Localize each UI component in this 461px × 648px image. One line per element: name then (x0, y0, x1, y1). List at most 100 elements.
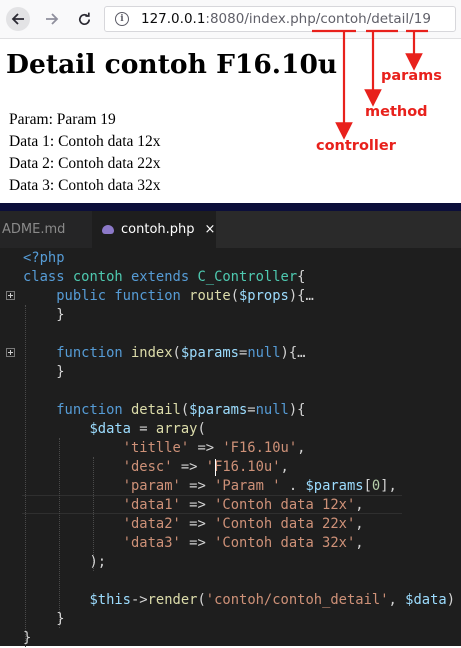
controller-label: controller (316, 138, 396, 154)
code-line: 'titlle' => 'F16.10u', (23, 439, 306, 458)
code-token: => (180, 497, 215, 513)
code-line: ); (23, 553, 106, 572)
code-token: array (155, 421, 198, 437)
code-token: 'titlle' (122, 440, 190, 456)
data2-line: Data 2: Contoh data 22x (9, 155, 161, 172)
editor-tabbar: ADME.md contoh.php × (0, 211, 461, 248)
fold-expand-button[interactable] (6, 291, 15, 300)
site-info-icon[interactable]: i (115, 12, 129, 26)
code-token: ){… (288, 288, 314, 304)
code-token: } (23, 307, 65, 323)
code-token: $params (189, 402, 248, 418)
code-token: $params (305, 478, 364, 494)
code-line: 'data2' => 'Contoh data 22x', (23, 515, 364, 534)
code-token: => (189, 440, 223, 456)
code-token: = (131, 421, 156, 437)
code-token: ( (172, 345, 181, 361)
code-token: 'Param ' (214, 478, 281, 494)
code-token: <?php (23, 250, 65, 266)
code-token: ( (230, 288, 239, 304)
code-token: $props (239, 288, 289, 304)
back-button[interactable] (6, 7, 30, 31)
code-token: ){… (280, 345, 306, 361)
code-line: } (23, 363, 64, 382)
code-token: null (255, 402, 289, 418)
data1-line: Data 1: Contoh data 12x (9, 133, 161, 150)
method-label: method (365, 104, 428, 120)
code-token: index (130, 345, 173, 361)
param-line: Param: Param 19 (9, 111, 116, 128)
code-line: 'data3' => 'Contoh data 32x', (23, 534, 364, 553)
fold-expand-button[interactable] (6, 348, 15, 357)
code-token: { (297, 269, 306, 285)
code-token: ); (23, 554, 107, 570)
code-token: ( (180, 402, 190, 418)
code-token: $data (405, 592, 447, 608)
code-token: => (172, 459, 206, 475)
code-token: , (355, 497, 364, 513)
code-token: function (23, 402, 131, 418)
forward-arrow-icon (46, 13, 59, 25)
code-token: 'Contoh data 32x' (214, 535, 356, 551)
code-token: , (355, 516, 364, 532)
code-line: } (23, 306, 65, 325)
code-token: function (23, 345, 131, 361)
code-token: 'F16.10u' (222, 440, 298, 456)
code-token: $data (89, 421, 131, 437)
code-token: , (280, 459, 289, 475)
code-token: } (23, 630, 32, 646)
code-token: = (247, 402, 256, 418)
code-line: function detail($params=null){ (23, 401, 305, 420)
tab-contoh-label: contoh.php (121, 222, 195, 237)
address-bar[interactable]: i 127.0.0.1:8080/index.php/contoh/detail… (104, 6, 456, 32)
code-token: -> (131, 592, 148, 608)
code-token: extends (131, 269, 198, 285)
code-line: 'desc' => 'F16.10u', (23, 458, 289, 477)
code-line: 'param' => 'Param ' . $params[0], (23, 477, 397, 496)
code-token: => (180, 478, 215, 494)
code-token: => (180, 516, 215, 532)
code-token: . (280, 478, 306, 494)
close-tab-icon[interactable]: × (205, 222, 216, 237)
code-area[interactable]: <?php class contoh extends C_Controller{ … (0, 248, 461, 648)
code-token: , (388, 592, 406, 608)
code-token: $this (89, 592, 131, 608)
code-token: render (147, 592, 198, 608)
reload-button[interactable] (72, 7, 96, 31)
code-token: , (355, 535, 364, 551)
code-line: class contoh extends C_Controller{ (23, 268, 305, 287)
url-host: 127.0.0.1 (141, 11, 206, 27)
code-line: 'data1' => 'Contoh data 12x', (23, 496, 364, 515)
code-token: function (114, 288, 190, 304)
code-token: C_Controller (197, 269, 298, 285)
back-arrow-icon (11, 13, 24, 25)
page-title: Detail contoh F16.10u (6, 49, 338, 80)
code-token: detail (130, 402, 181, 418)
url-text[interactable]: 127.0.0.1:8080/index.php/contoh/detail/1… (141, 11, 431, 27)
code-line: <?php (23, 249, 65, 268)
code-token: 'F16.10u' (205, 459, 281, 475)
code-line: } (23, 629, 31, 648)
code-token: 0 (371, 478, 381, 494)
web-page: Detail contoh F16.10u Param: Param 19 Da… (0, 39, 461, 203)
tab-readme-label: ADME.md (2, 222, 66, 237)
code-token: [ (363, 478, 372, 494)
tab-readme[interactable]: ADME.md (0, 211, 92, 248)
code-token: ], (380, 478, 397, 494)
code-token: => (180, 535, 215, 551)
text-caret (215, 459, 216, 476)
code-token: null (247, 345, 281, 361)
code-token: $params (180, 345, 239, 361)
code-token: ){ (288, 402, 306, 418)
tab-contoh-php[interactable]: contoh.php × (92, 211, 216, 248)
code-token: , (297, 440, 306, 456)
forward-button[interactable] (40, 7, 64, 31)
page-content: Param: Param 19 Data 1: Contoh data 12x … (9, 109, 161, 197)
code-token: 'contoh/contoh_detail' (205, 592, 389, 608)
